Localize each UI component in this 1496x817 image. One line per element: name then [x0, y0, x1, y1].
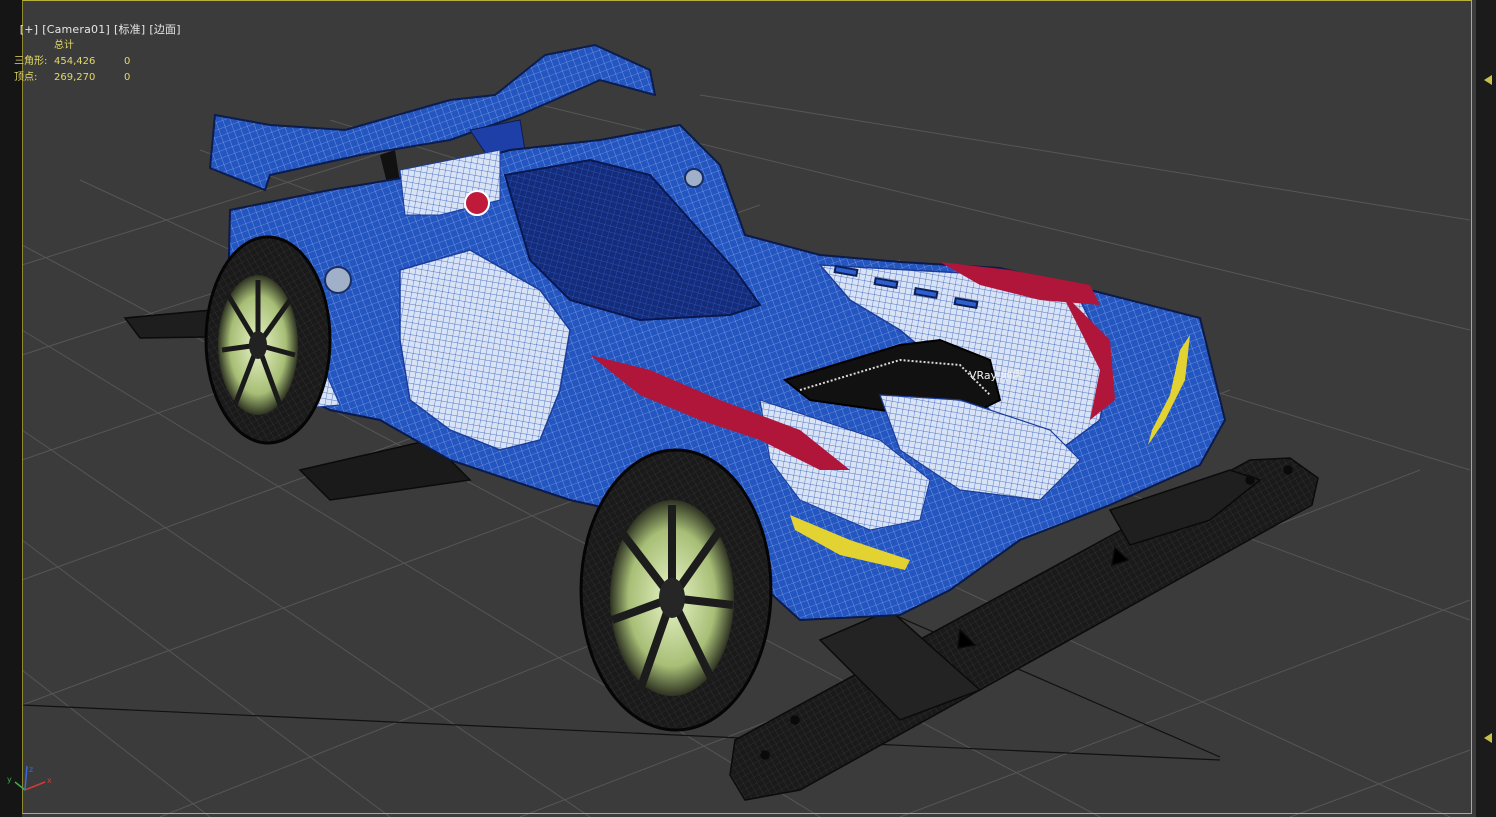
- stats-label: 顶点:: [14, 72, 38, 83]
- svg-text:z: z: [29, 765, 33, 774]
- viewport-camera-menu[interactable]: [Camera01]: [42, 23, 110, 36]
- right-strip: [1476, 0, 1496, 817]
- viewport-edges-menu[interactable]: [边面]: [149, 23, 180, 36]
- stats-header: 总计: [54, 40, 74, 51]
- stats-selected: 0: [124, 72, 131, 83]
- stats-row-vertices: 顶点: 269,270 0: [14, 70, 154, 86]
- svg-text:y: y: [7, 775, 12, 784]
- triangle-left-icon[interactable]: [1484, 733, 1492, 743]
- xyz-axis-icon: x y z: [7, 765, 52, 791]
- statistics-overlay: 总计 三角形: 454,426 0 顶点: 269,270 0: [14, 38, 154, 86]
- stats-selected: 0: [124, 56, 131, 67]
- stats-total: 269,270: [54, 72, 96, 83]
- triangle-left-icon[interactable]: [1484, 75, 1492, 85]
- stats-row-triangles: 三角形: 454,426 0: [14, 54, 154, 70]
- stats-header-row: 总计: [14, 38, 154, 54]
- stats-label: 三角形:: [14, 56, 48, 67]
- viewport-3d[interactable]: [+] [Camera01] [标准] [边面] 总计 三角形: 454,426 0 …: [0, 0, 1496, 817]
- object-label: VRay 地坪: [969, 369, 1023, 382]
- viewport-plus-menu[interactable]: [+]: [20, 23, 38, 36]
- svg-text:x: x: [47, 776, 52, 785]
- stats-total: 454,426: [54, 56, 96, 67]
- active-viewport-frame: [22, 0, 1472, 814]
- viewport-shading-menu[interactable]: [标准]: [114, 23, 145, 36]
